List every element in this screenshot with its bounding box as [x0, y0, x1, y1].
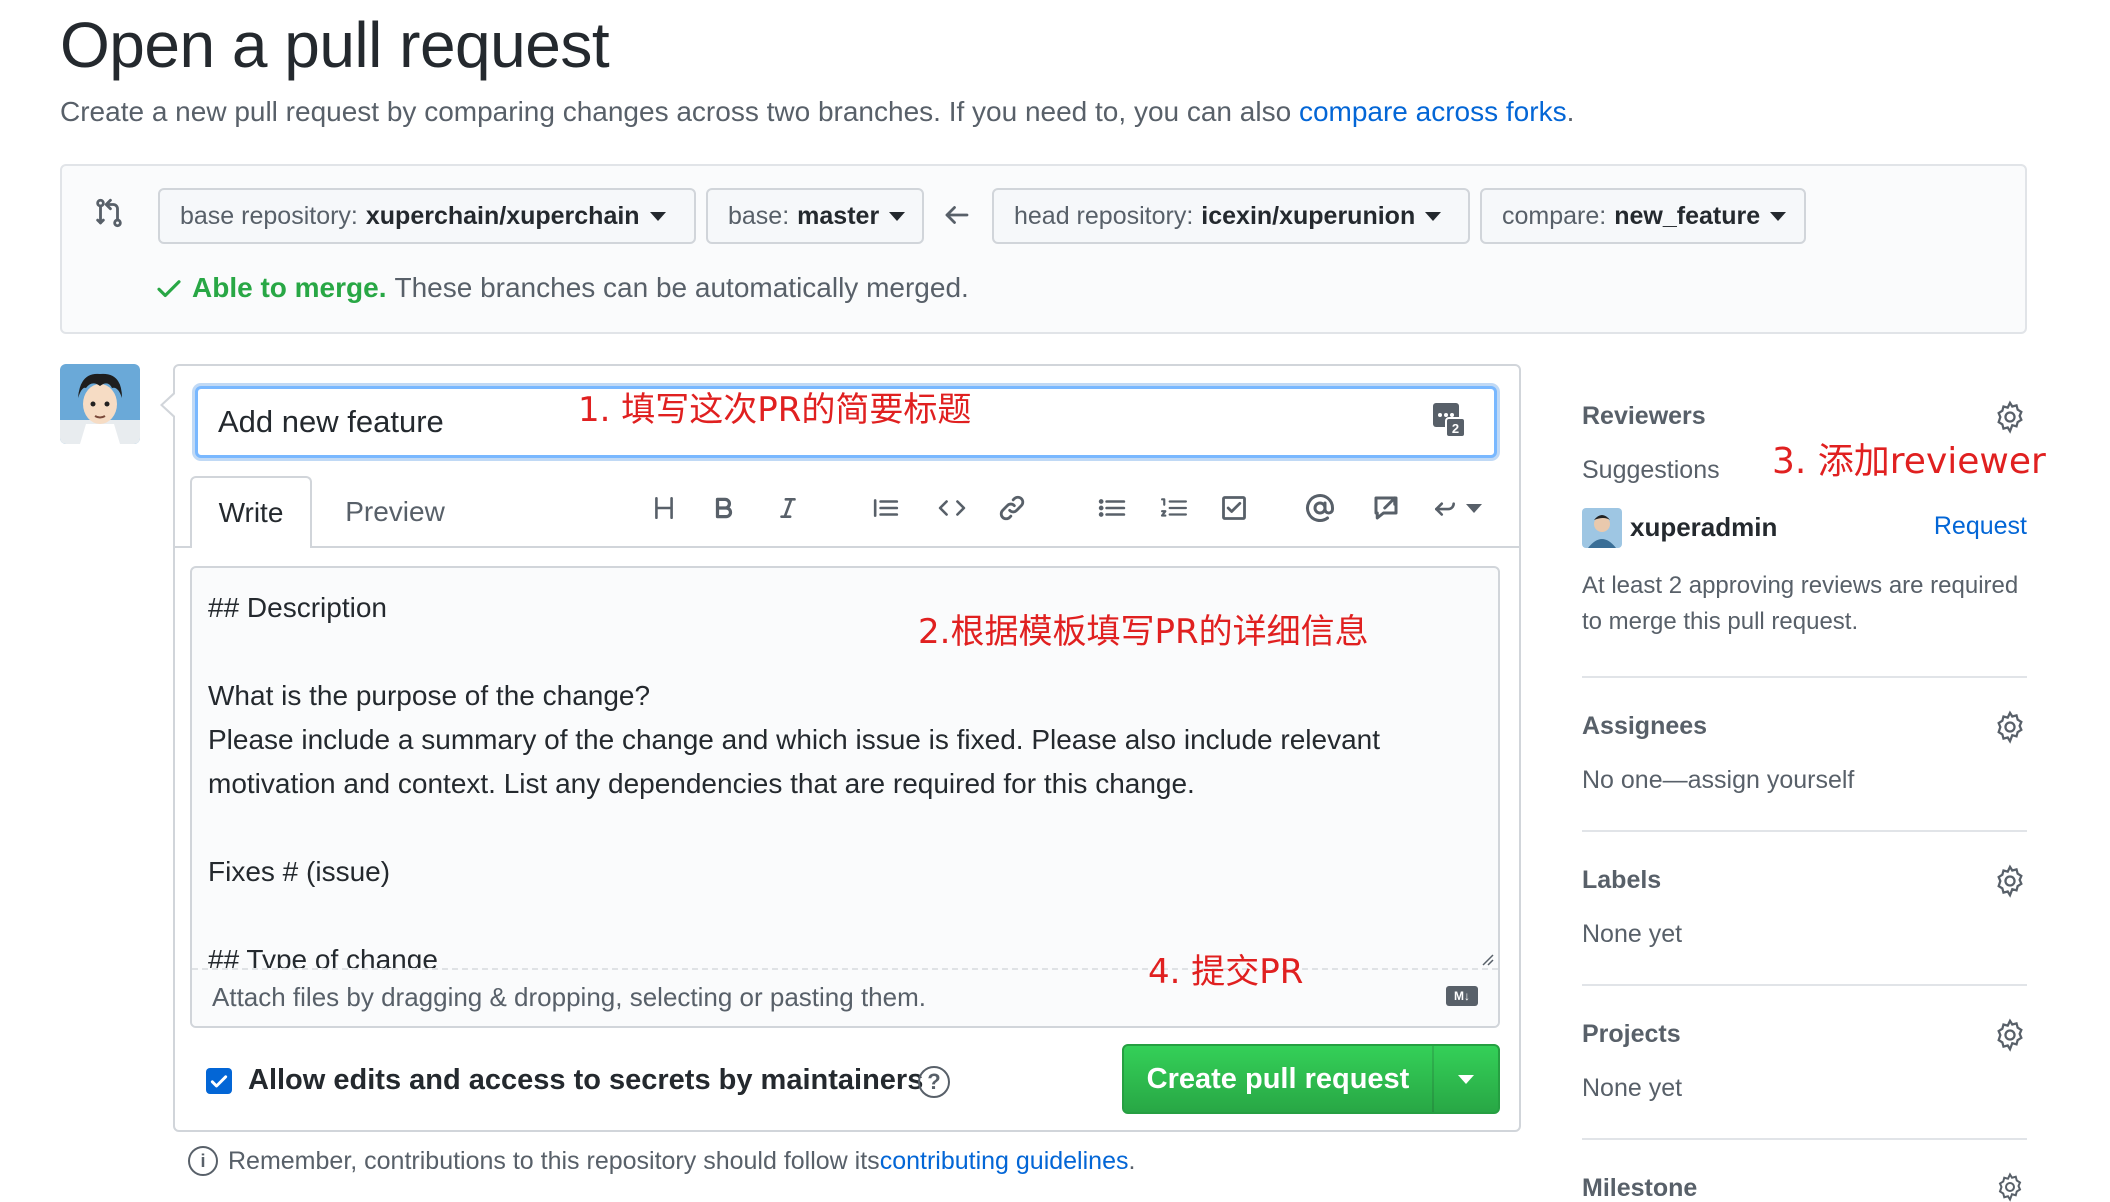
chevron-down-icon: [1770, 211, 1787, 221]
avatar[interactable]: [60, 364, 140, 444]
page-subtitle: Create a new pull request by comparing c…: [60, 96, 1574, 128]
compare-branch-select[interactable]: compare: new_feature: [1480, 188, 1806, 244]
gear-icon[interactable]: [1993, 864, 2027, 898]
assignees-text[interactable]: No one—assign yourself: [1582, 766, 1854, 795]
base-repository-label: base repository:: [180, 201, 358, 230]
unordered-list-icon[interactable]: [1092, 488, 1132, 528]
check-icon: [154, 273, 184, 303]
chevron-down-icon: [1425, 211, 1442, 221]
code-icon[interactable]: [932, 488, 972, 528]
sidebar-divider: [1582, 676, 2027, 678]
annotation-step3: 3. 添加reviewer: [1772, 441, 2046, 482]
git-compare-icon: [92, 196, 126, 230]
chevron-down-icon: [1458, 1074, 1474, 1084]
labels-text: None yet: [1582, 920, 1683, 948]
gear-icon[interactable]: [1993, 400, 2027, 434]
sidebar-divider: [1582, 1138, 2027, 1140]
subtitle-suffix: .: [1566, 96, 1575, 127]
svg-text:2: 2: [1452, 421, 1459, 436]
annotation-step4: 4. 提交PR: [1148, 952, 1304, 992]
labels-title[interactable]: Labels: [1582, 866, 1661, 895]
compare-branch-value: new_feature: [1614, 201, 1761, 230]
tab-write[interactable]: Write: [190, 476, 312, 548]
ordered-list-icon[interactable]: [1154, 488, 1194, 528]
annotation-step1: 1. 填写这次PR的简要标题: [578, 390, 972, 430]
assignees-title[interactable]: Assignees: [1582, 712, 1707, 741]
comment-arrow-inner: [163, 394, 175, 416]
attach-files-text: Attach files by dragging & dropping, sel…: [212, 982, 926, 1012]
create-options-dropdown[interactable]: [1434, 1046, 1498, 1112]
head-repository-value: icexin/xuperunion: [1201, 201, 1416, 230]
saved-replies-icon[interactable]: 2: [1432, 402, 1466, 438]
question-icon[interactable]: ?: [918, 1066, 950, 1098]
base-repository-value: xuperchain/xuperchain: [365, 201, 640, 230]
task-list-icon[interactable]: [1214, 488, 1254, 528]
chevron-down-icon: [649, 211, 666, 221]
avatar: [1582, 508, 1622, 548]
tab-preview[interactable]: Preview: [320, 476, 470, 548]
contributing-guidelines-link[interactable]: contributing guidelines: [880, 1147, 1129, 1176]
base-branch-label: base:: [728, 201, 790, 230]
mention-icon[interactable]: [1300, 488, 1340, 528]
milestone-title[interactable]: Milestone: [1582, 1174, 1697, 1202]
create-pull-request-button[interactable]: Create pull request: [1122, 1044, 1500, 1114]
compare-across-forks-link[interactable]: compare across forks: [1299, 96, 1567, 127]
merge-status-ok: Able to merge.: [192, 272, 387, 303]
reviewers-note: At least 2 approving reviews are require…: [1582, 572, 2019, 635]
projects-title[interactable]: Projects: [1582, 1020, 1681, 1049]
request-review-link[interactable]: Request: [1934, 512, 2027, 541]
suggestions-label: Suggestions: [1582, 456, 1720, 484]
base-branch-select[interactable]: base: master: [706, 188, 924, 244]
sidebar-divider: [1582, 830, 2027, 832]
reviewers-title[interactable]: Reviewers: [1582, 402, 1706, 431]
projects-text: None yet: [1582, 1074, 1683, 1102]
labels-section: Labels None yet: [1582, 864, 2027, 954]
allow-edits-label[interactable]: Allow edits and access to secrets by mai…: [248, 1064, 923, 1097]
allow-edits-checkbox[interactable]: [206, 1068, 232, 1094]
italic-icon[interactable]: [768, 488, 808, 528]
chevron-down-icon: [889, 211, 906, 221]
suggested-reviewer-name[interactable]: xuperadmin: [1630, 512, 1777, 543]
gear-icon[interactable]: [1993, 1172, 2027, 1202]
milestone-section: Milestone: [1582, 1172, 2027, 1202]
annotation-step2: 2.根据模板填写PR的详细信息: [918, 612, 1369, 652]
projects-section: Projects None yet: [1582, 1018, 2027, 1108]
head-repository-label: head repository:: [1014, 201, 1194, 230]
create-pull-request-label[interactable]: Create pull request: [1124, 1046, 1434, 1112]
tabs-divider: [175, 546, 1519, 548]
bold-icon[interactable]: [704, 488, 744, 528]
chevron-down-icon: [1466, 503, 1482, 513]
gear-icon[interactable]: [1993, 710, 2027, 744]
contributing-notice-text: Remember, contributions to this reposito…: [228, 1146, 880, 1175]
base-repository-select[interactable]: base repository: xuperchain/xuperchain: [158, 188, 696, 244]
merge-status-text: These branches can be automatically merg…: [394, 272, 969, 303]
info-icon: i: [188, 1146, 218, 1176]
reply-icon[interactable]: [1428, 488, 1484, 528]
link-icon[interactable]: [992, 488, 1032, 528]
base-branch-value: master: [797, 201, 880, 230]
quote-icon[interactable]: [866, 488, 906, 528]
gear-icon[interactable]: [1993, 1018, 2027, 1052]
assignees-section: Assignees No one—assign yourself: [1582, 710, 2027, 800]
compare-branches-box: base repository: xuperchain/xuperchain b…: [60, 164, 2027, 334]
arrow-left-icon: [942, 200, 972, 230]
head-repository-select[interactable]: head repository: icexin/xuperunion: [992, 188, 1470, 244]
subtitle-text: Create a new pull request by comparing c…: [60, 96, 1299, 127]
page-title: Open a pull request: [60, 9, 610, 81]
compare-branch-label: compare:: [1502, 201, 1607, 230]
cross-reference-icon[interactable]: [1366, 488, 1406, 528]
heading-icon[interactable]: [644, 488, 684, 528]
markdown-icon[interactable]: M↓: [1446, 986, 1478, 1006]
contributing-notice-suffix: .: [1128, 1146, 1136, 1175]
sidebar-divider: [1582, 984, 2027, 986]
contributing-notice: i Remember, contributions to this reposi…: [188, 1146, 1135, 1176]
resize-handle-icon[interactable]: [1480, 952, 1494, 966]
merge-status: Able to merge. These branches can be aut…: [154, 272, 969, 304]
